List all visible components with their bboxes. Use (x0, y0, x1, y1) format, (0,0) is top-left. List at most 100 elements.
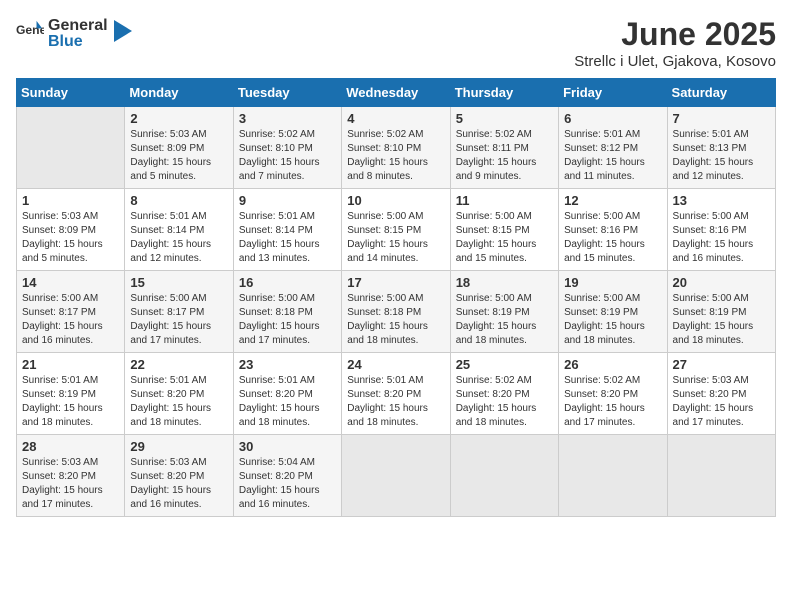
day-number: 21 (22, 357, 119, 372)
table-row: 19 Sunrise: 5:00 AM Sunset: 8:19 PM Dayl… (559, 271, 667, 353)
table-row: 22 Sunrise: 5:01 AM Sunset: 8:20 PM Dayl… (125, 353, 233, 435)
logo-blue-text: Blue (48, 34, 108, 50)
day-info: Sunrise: 5:02 AM Sunset: 8:20 PM Dayligh… (456, 374, 553, 430)
day-info: Sunrise: 5:00 AM Sunset: 8:17 PM Dayligh… (22, 292, 119, 348)
day-info: Sunrise: 5:03 AM Sunset: 8:20 PM Dayligh… (130, 456, 227, 512)
day-number: 30 (239, 439, 336, 454)
table-row: 2 Sunrise: 5:03 AM Sunset: 8:09 PM Dayli… (125, 107, 233, 189)
table-row: 3 Sunrise: 5:02 AM Sunset: 8:10 PM Dayli… (233, 107, 341, 189)
table-row: 24 Sunrise: 5:01 AM Sunset: 8:20 PM Dayl… (342, 353, 450, 435)
weekday-header-row: Sunday Monday Tuesday Wednesday Thursday… (17, 79, 776, 107)
calendar-row: 21 Sunrise: 5:01 AM Sunset: 8:19 PM Dayl… (17, 353, 776, 435)
day-info: Sunrise: 5:03 AM Sunset: 8:09 PM Dayligh… (130, 128, 227, 184)
day-info: Sunrise: 5:00 AM Sunset: 8:15 PM Dayligh… (456, 210, 553, 266)
logo: General General Blue (16, 16, 132, 50)
day-info: Sunrise: 5:03 AM Sunset: 8:20 PM Dayligh… (673, 374, 770, 430)
day-info: Sunrise: 5:01 AM Sunset: 8:12 PM Dayligh… (564, 128, 661, 184)
logo-general-text: General (48, 18, 108, 34)
day-number: 8 (130, 193, 227, 208)
table-row: 1 Sunrise: 5:03 AM Sunset: 8:09 PM Dayli… (17, 189, 125, 271)
logo-icon: General (16, 19, 44, 47)
day-number: 10 (347, 193, 444, 208)
table-row: 11 Sunrise: 5:00 AM Sunset: 8:15 PM Dayl… (450, 189, 558, 271)
month-title: June 2025 (574, 16, 776, 53)
day-info: Sunrise: 5:01 AM Sunset: 8:20 PM Dayligh… (347, 374, 444, 430)
day-number: 16 (239, 275, 336, 290)
day-number: 14 (22, 275, 119, 290)
title-section: June 2025 Strellc i Ulet, Gjakova, Kosov… (574, 16, 776, 70)
day-info: Sunrise: 5:01 AM Sunset: 8:20 PM Dayligh… (239, 374, 336, 430)
day-info: Sunrise: 5:01 AM Sunset: 8:13 PM Dayligh… (673, 128, 770, 184)
table-row: 8 Sunrise: 5:01 AM Sunset: 8:14 PM Dayli… (125, 189, 233, 271)
day-info: Sunrise: 5:02 AM Sunset: 8:10 PM Dayligh… (347, 128, 444, 184)
day-number: 29 (130, 439, 227, 454)
day-number: 27 (673, 357, 770, 372)
header-sunday: Sunday (17, 79, 125, 107)
table-row: 30 Sunrise: 5:04 AM Sunset: 8:20 PM Dayl… (233, 435, 341, 517)
table-row: 4 Sunrise: 5:02 AM Sunset: 8:10 PM Dayli… (342, 107, 450, 189)
header-monday: Monday (125, 79, 233, 107)
header-saturday: Saturday (667, 79, 775, 107)
day-number: 26 (564, 357, 661, 372)
table-row: 6 Sunrise: 5:01 AM Sunset: 8:12 PM Dayli… (559, 107, 667, 189)
table-row: 29 Sunrise: 5:03 AM Sunset: 8:20 PM Dayl… (125, 435, 233, 517)
day-number: 4 (347, 111, 444, 126)
table-row: 16 Sunrise: 5:00 AM Sunset: 8:18 PM Dayl… (233, 271, 341, 353)
day-number: 9 (239, 193, 336, 208)
day-number: 7 (673, 111, 770, 126)
day-number: 20 (673, 275, 770, 290)
day-info: Sunrise: 5:02 AM Sunset: 8:11 PM Dayligh… (456, 128, 553, 184)
calendar-table: Sunday Monday Tuesday Wednesday Thursday… (16, 78, 776, 517)
table-row: 28 Sunrise: 5:03 AM Sunset: 8:20 PM Dayl… (17, 435, 125, 517)
table-row (450, 435, 558, 517)
location-title: Strellc i Ulet, Gjakova, Kosovo (574, 53, 776, 70)
table-row: 18 Sunrise: 5:00 AM Sunset: 8:19 PM Dayl… (450, 271, 558, 353)
table-row: 9 Sunrise: 5:01 AM Sunset: 8:14 PM Dayli… (233, 189, 341, 271)
table-row: 7 Sunrise: 5:01 AM Sunset: 8:13 PM Dayli… (667, 107, 775, 189)
header-friday: Friday (559, 79, 667, 107)
svg-text:General: General (16, 23, 44, 37)
table-row: 12 Sunrise: 5:00 AM Sunset: 8:16 PM Dayl… (559, 189, 667, 271)
day-info: Sunrise: 5:03 AM Sunset: 8:20 PM Dayligh… (22, 456, 119, 512)
day-info: Sunrise: 5:00 AM Sunset: 8:16 PM Dayligh… (673, 210, 770, 266)
day-number: 18 (456, 275, 553, 290)
day-number: 25 (456, 357, 553, 372)
table-row: 21 Sunrise: 5:01 AM Sunset: 8:19 PM Dayl… (17, 353, 125, 435)
header-thursday: Thursday (450, 79, 558, 107)
table-row: 14 Sunrise: 5:00 AM Sunset: 8:17 PM Dayl… (17, 271, 125, 353)
calendar-row: 28 Sunrise: 5:03 AM Sunset: 8:20 PM Dayl… (17, 435, 776, 517)
table-row (17, 107, 125, 189)
day-info: Sunrise: 5:02 AM Sunset: 8:10 PM Dayligh… (239, 128, 336, 184)
day-number: 17 (347, 275, 444, 290)
table-row: 13 Sunrise: 5:00 AM Sunset: 8:16 PM Dayl… (667, 189, 775, 271)
day-number: 28 (22, 439, 119, 454)
day-number: 5 (456, 111, 553, 126)
day-info: Sunrise: 5:00 AM Sunset: 8:16 PM Dayligh… (564, 210, 661, 266)
day-info: Sunrise: 5:01 AM Sunset: 8:14 PM Dayligh… (239, 210, 336, 266)
day-number: 15 (130, 275, 227, 290)
day-number: 1 (22, 193, 119, 208)
day-info: Sunrise: 5:04 AM Sunset: 8:20 PM Dayligh… (239, 456, 336, 512)
header-wednesday: Wednesday (342, 79, 450, 107)
calendar-row: 1 Sunrise: 5:03 AM Sunset: 8:09 PM Dayli… (17, 189, 776, 271)
day-number: 12 (564, 193, 661, 208)
calendar-row: 2 Sunrise: 5:03 AM Sunset: 8:09 PM Dayli… (17, 107, 776, 189)
table-row: 15 Sunrise: 5:00 AM Sunset: 8:17 PM Dayl… (125, 271, 233, 353)
day-info: Sunrise: 5:00 AM Sunset: 8:19 PM Dayligh… (564, 292, 661, 348)
table-row: 23 Sunrise: 5:01 AM Sunset: 8:20 PM Dayl… (233, 353, 341, 435)
table-row: 26 Sunrise: 5:02 AM Sunset: 8:20 PM Dayl… (559, 353, 667, 435)
day-info: Sunrise: 5:00 AM Sunset: 8:19 PM Dayligh… (673, 292, 770, 348)
day-number: 19 (564, 275, 661, 290)
day-number: 11 (456, 193, 553, 208)
day-info: Sunrise: 5:01 AM Sunset: 8:14 PM Dayligh… (130, 210, 227, 266)
day-number: 2 (130, 111, 227, 126)
day-number: 22 (130, 357, 227, 372)
table-row: 20 Sunrise: 5:00 AM Sunset: 8:19 PM Dayl… (667, 271, 775, 353)
day-info: Sunrise: 5:00 AM Sunset: 8:17 PM Dayligh… (130, 292, 227, 348)
day-number: 6 (564, 111, 661, 126)
day-info: Sunrise: 5:00 AM Sunset: 8:18 PM Dayligh… (239, 292, 336, 348)
day-number: 3 (239, 111, 336, 126)
day-info: Sunrise: 5:00 AM Sunset: 8:19 PM Dayligh… (456, 292, 553, 348)
day-info: Sunrise: 5:00 AM Sunset: 8:15 PM Dayligh… (347, 210, 444, 266)
table-row (559, 435, 667, 517)
